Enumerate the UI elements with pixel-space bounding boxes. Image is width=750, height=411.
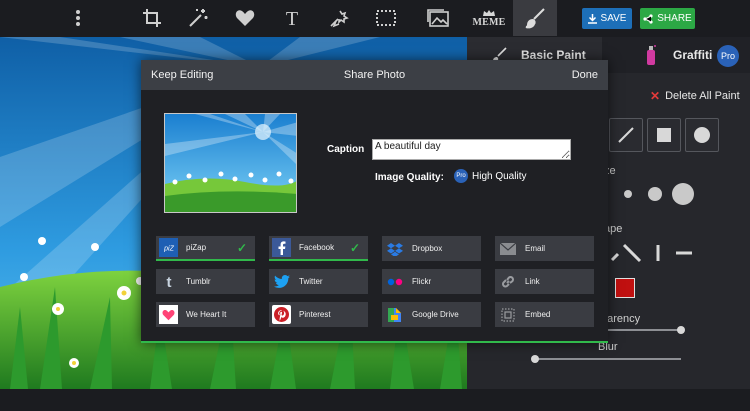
share-link-button[interactable]: Link <box>495 269 594 294</box>
share-twitter-button[interactable]: Twitter <box>269 269 368 294</box>
share-icon <box>643 13 653 24</box>
keep-editing-button[interactable]: Keep Editing <box>151 69 213 81</box>
link-icon <box>498 272 517 291</box>
caption-input[interactable]: A beautiful day <box>372 139 571 160</box>
heart-icon[interactable] <box>230 4 260 32</box>
rectangle-tool-button[interactable] <box>647 118 681 152</box>
caption-label: Caption <box>327 144 365 155</box>
spray-can-icon <box>647 45 656 65</box>
checkmark-icon: ✓ <box>349 241 360 255</box>
line-icon <box>618 127 634 143</box>
share-target-label: piZap <box>186 243 207 252</box>
share-target-label: Facebook <box>299 243 335 252</box>
share-pizap-button[interactable]: piZ piZap ✓ <box>156 236 255 261</box>
square-icon <box>657 128 671 142</box>
quality-pro-badge: Pro <box>454 169 468 183</box>
embed-icon <box>498 305 517 324</box>
share-target-label: Link <box>525 277 540 286</box>
line-tool-button[interactable] <box>609 118 643 152</box>
share-target-label: We Heart It <box>186 310 227 319</box>
share-target-label: Embed <box>525 310 551 319</box>
share-dropbox-button[interactable]: Dropbox <box>382 236 481 261</box>
share-pinterest-button[interactable]: Pinterest <box>269 302 368 327</box>
tab-graffiti[interactable]: Graffiti <box>617 37 712 73</box>
share-email-button[interactable]: Email <box>495 236 594 261</box>
delete-all-paint-button[interactable]: ✕ Delete All Paint <box>650 89 740 103</box>
photo-thumbnail <box>164 113 297 213</box>
email-icon <box>498 239 517 258</box>
share-targets-grid: piZ piZap ✓ Facebook ✓ Dropbox Email t T… <box>156 236 594 328</box>
pro-badge: Pro <box>717 45 739 67</box>
we-heart-it-icon <box>159 305 178 324</box>
tab-graffiti-label: Graffiti <box>673 48 713 62</box>
checkmark-icon: ✓ <box>236 241 247 255</box>
photos-icon[interactable] <box>423 4 453 32</box>
size-large-button[interactable] <box>672 183 694 205</box>
frame-icon[interactable] <box>371 4 401 32</box>
share-tumblr-button[interactable]: t Tumblr <box>156 269 255 294</box>
share-embed-button[interactable]: Embed <box>495 302 594 327</box>
flickr-icon <box>385 272 404 291</box>
size-medium-button[interactable] <box>648 187 662 201</box>
brush-color-swatch[interactable] <box>615 278 635 298</box>
top-toolbar: T MEME SAVE SHARE <box>0 0 750 36</box>
size-small-button[interactable] <box>624 190 632 198</box>
bottom-strip <box>0 389 750 411</box>
transparency-slider-knob[interactable] <box>677 326 685 334</box>
share-target-label: Email <box>525 244 546 253</box>
share-photo-dialog: Share Photo Keep Editing Done Caption A … <box>141 60 608 343</box>
share-google-drive-button[interactable]: Google Drive <box>382 302 481 327</box>
facebook-icon <box>272 238 291 257</box>
delete-all-label: Delete All Paint <box>665 90 740 102</box>
share-target-label: Flickr <box>412 277 432 286</box>
svg-text:T: T <box>286 8 298 28</box>
more-icon[interactable] <box>63 4 93 32</box>
image-quality-selector[interactable]: Pro High Quality <box>454 169 526 183</box>
save-button[interactable]: SAVE <box>582 8 632 29</box>
meme-icon[interactable]: MEME <box>472 4 506 32</box>
share-button[interactable]: SHARE <box>640 8 695 29</box>
done-button[interactable]: Done <box>572 69 598 81</box>
share-facebook-button[interactable]: Facebook ✓ <box>269 236 368 261</box>
image-quality-label: Image Quality: <box>375 172 444 183</box>
google-drive-icon <box>385 305 404 324</box>
pinterest-icon <box>272 305 291 324</box>
twitter-icon <box>272 272 291 291</box>
paintbrush-icon[interactable] <box>513 0 557 36</box>
share-label: SHARE <box>657 13 692 24</box>
tumblr-icon: t <box>159 272 178 291</box>
share-target-label: Dropbox <box>412 244 443 253</box>
meme-label: MEME <box>472 16 506 28</box>
pizap-logo-icon: piZ <box>159 238 178 257</box>
svg-text:piZ: piZ <box>163 245 174 252</box>
share-flickr-button[interactable]: Flickr <box>382 269 481 294</box>
download-icon <box>587 13 597 24</box>
dropbox-icon <box>385 239 404 258</box>
share-we-heart-it-button[interactable]: We Heart It <box>156 302 255 327</box>
blur-slider[interactable] <box>535 358 681 360</box>
share-target-label: Google Drive <box>412 310 459 319</box>
blur-slider-knob[interactable] <box>531 355 539 363</box>
close-icon: ✕ <box>650 89 661 103</box>
circle-icon <box>694 127 710 143</box>
sticker-icon[interactable] <box>324 4 354 32</box>
share-target-label: Tumblr <box>186 277 211 286</box>
image-quality-value: High Quality <box>472 170 527 182</box>
save-label: SAVE <box>600 13 627 24</box>
circle-tool-button[interactable] <box>685 118 719 152</box>
magic-wand-icon[interactable] <box>183 4 213 32</box>
share-target-label: Twitter <box>299 277 323 286</box>
crop-icon[interactable] <box>137 4 167 32</box>
dialog-header: Share Photo Keep Editing Done <box>141 60 608 90</box>
share-target-label: Pinterest <box>299 310 331 319</box>
brush-shape-options[interactable] <box>610 242 700 264</box>
text-icon[interactable]: T <box>277 4 307 32</box>
svg-text:t: t <box>166 274 171 289</box>
